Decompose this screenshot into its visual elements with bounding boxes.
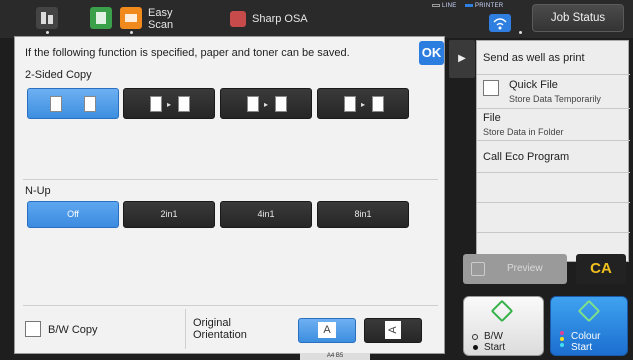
magenta-dot bbox=[560, 331, 564, 335]
bw-start-line1: B/W bbox=[484, 331, 503, 342]
preview-button[interactable]: Preview bbox=[463, 254, 567, 284]
colour-indicator-dots bbox=[560, 331, 564, 351]
page-icon bbox=[178, 96, 190, 112]
two-sided-copy-label: 2-Sided Copy bbox=[25, 69, 92, 81]
section-divider bbox=[23, 179, 438, 180]
orientation-landscape-button[interactable]: A bbox=[364, 318, 422, 343]
send-as-well-as-print-label: Send as well as print bbox=[483, 52, 585, 64]
bw-copy-checkbox[interactable] bbox=[25, 321, 41, 337]
ok-button[interactable]: OK bbox=[419, 41, 444, 65]
colour-start-label: Colour Start bbox=[571, 331, 600, 353]
clear-all-button[interactable]: CA bbox=[576, 254, 626, 284]
action-panel: Send as well as print Quick File Store D… bbox=[476, 40, 630, 262]
paper-status-strip: A4 B5 bbox=[300, 353, 370, 360]
printer-label: PRINTER bbox=[474, 3, 504, 9]
orientation-label-line2: Orientation bbox=[193, 329, 247, 341]
duplex-2-to-2-button[interactable]: ▸ bbox=[220, 88, 312, 119]
eco-info-text: If the following function is specified, … bbox=[25, 47, 350, 59]
eco-settings-panel: If the following function is specified, … bbox=[14, 36, 445, 354]
quick-file-label: Quick File bbox=[509, 79, 558, 91]
wifi-dot-indicator bbox=[519, 31, 522, 34]
bw-indicator-dot bbox=[473, 345, 478, 350]
colour-start-button[interactable]: Colour Start bbox=[550, 296, 628, 356]
bw-copy-label: B/W Copy bbox=[48, 324, 98, 336]
easy-scan-label[interactable]: Easy Scan bbox=[148, 7, 173, 31]
preview-label: Preview bbox=[507, 263, 543, 274]
colour-start-line1: Colour bbox=[571, 331, 601, 342]
top-bar: Easy Scan Sharp OSA LINE PRINTER Job Sta… bbox=[0, 0, 633, 38]
bw-start-line2: Start bbox=[484, 342, 506, 353]
call-eco-program-label: Call Eco Program bbox=[483, 151, 570, 163]
empty-slot bbox=[477, 203, 630, 233]
landscape-a-icon: A bbox=[385, 321, 401, 339]
nup-4in1-button[interactable]: 4in1 bbox=[220, 201, 312, 228]
duplex-1-to-1-button[interactable] bbox=[27, 88, 119, 119]
orientation-label-line1: Original bbox=[193, 317, 231, 329]
nup-2in1-button[interactable]: 2in1 bbox=[123, 201, 215, 228]
duplex-1-to-2-button[interactable]: ▸ bbox=[123, 88, 215, 119]
portrait-a-icon: A bbox=[318, 322, 336, 338]
orientation-label: Original Orientation bbox=[193, 317, 247, 341]
start-diamond-icon bbox=[490, 299, 514, 323]
sharp-osa-icon[interactable] bbox=[230, 11, 246, 27]
section-divider bbox=[23, 305, 438, 306]
quick-file-item[interactable]: Quick File Store Data Temporarily bbox=[477, 75, 630, 109]
bw-radio-icon bbox=[472, 334, 478, 340]
call-eco-program-item[interactable]: Call Eco Program bbox=[477, 141, 630, 173]
yellow-dot bbox=[560, 337, 564, 341]
nup-8in1-button[interactable]: 8in1 bbox=[317, 201, 409, 228]
file-item[interactable]: File Store Data in Folder bbox=[477, 109, 630, 141]
printer-status-indicator bbox=[465, 4, 473, 7]
quick-file-checkbox[interactable] bbox=[483, 80, 499, 96]
preview-icon bbox=[471, 262, 485, 276]
home-dot-indicator bbox=[46, 31, 49, 34]
file-label: File bbox=[483, 112, 501, 124]
line-label: LINE bbox=[441, 3, 457, 9]
orientation-portrait-button[interactable]: A bbox=[298, 318, 356, 343]
easy-scan-dot-indicator bbox=[130, 31, 133, 34]
settings-icon[interactable] bbox=[36, 7, 58, 29]
sharp-osa-label[interactable]: Sharp OSA bbox=[252, 13, 308, 25]
page-icon bbox=[344, 96, 356, 112]
copy-app-icon[interactable] bbox=[90, 7, 112, 29]
job-status-button[interactable]: Job Status bbox=[532, 4, 624, 32]
bw-start-button[interactable]: B/W Start bbox=[463, 296, 544, 356]
nup-label: N-Up bbox=[25, 185, 51, 197]
easy-scan-icon[interactable] bbox=[120, 7, 142, 29]
arrow-right-icon: ▸ bbox=[264, 100, 269, 109]
duplex-2-to-1-button[interactable]: ▸ bbox=[317, 88, 409, 119]
empty-slot bbox=[477, 173, 630, 203]
page-icon bbox=[275, 96, 287, 112]
printer-status: PRINTER bbox=[465, 3, 503, 9]
start-diamond-icon bbox=[577, 299, 601, 323]
line-status-indicator bbox=[432, 4, 440, 7]
page-icon bbox=[50, 96, 62, 112]
page-icon bbox=[84, 96, 96, 112]
nup-off-button[interactable]: Off bbox=[27, 201, 119, 228]
collapse-arrow-icon[interactable]: ▶ bbox=[449, 40, 475, 78]
arrow-right-icon: ▸ bbox=[361, 100, 366, 109]
arrow-right-icon: ▸ bbox=[167, 100, 172, 109]
cyan-dot bbox=[560, 343, 564, 347]
colour-start-line2: Start bbox=[571, 342, 593, 353]
page-icon bbox=[150, 96, 162, 112]
quick-file-sublabel: Store Data Temporarily bbox=[509, 94, 601, 104]
file-sublabel: Store Data in Folder bbox=[483, 127, 564, 137]
page-icon bbox=[247, 96, 259, 112]
wifi-icon bbox=[489, 14, 511, 32]
send-as-well-as-print-item[interactable]: Send as well as print bbox=[477, 41, 630, 75]
page-icon bbox=[372, 96, 384, 112]
vertical-divider bbox=[185, 309, 186, 349]
bw-start-label: B/W Start bbox=[484, 331, 505, 353]
line-status: LINE bbox=[432, 3, 457, 9]
